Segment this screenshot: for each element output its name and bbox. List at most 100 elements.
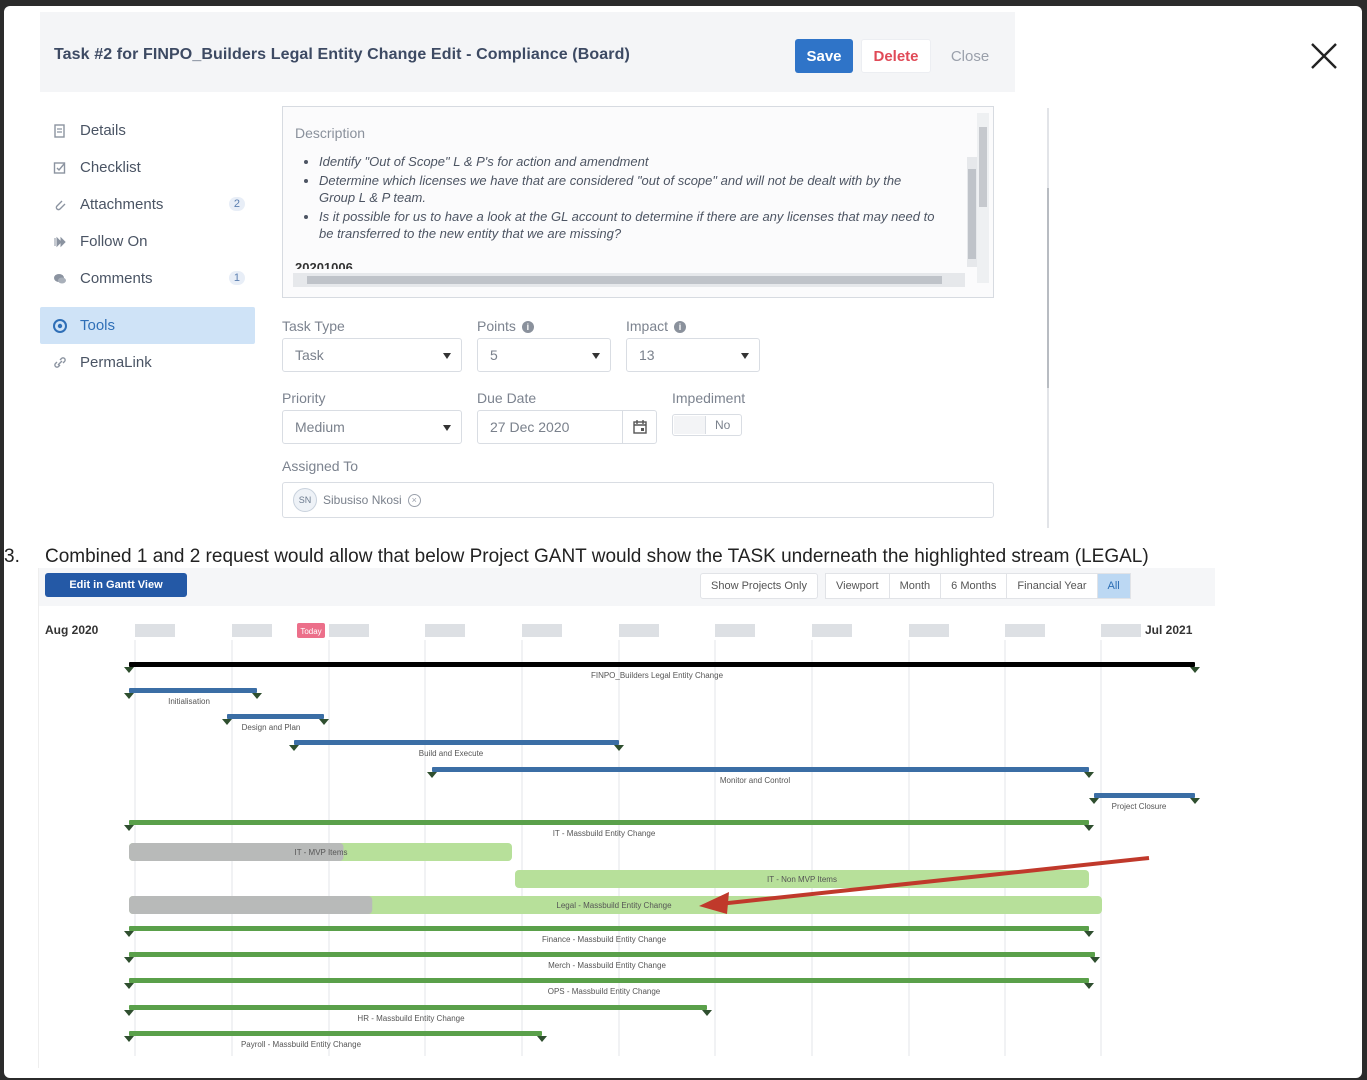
gantt-bar-label: Initialisation	[168, 697, 210, 706]
sidebar-item-checklist[interactable]: Checklist	[40, 149, 255, 186]
sidebar-item-label: Details	[80, 122, 126, 139]
tab-all[interactable]: All	[1096, 573, 1131, 599]
gantt-toolbar: Edit in Gantt View Show Projects Only Vi…	[39, 568, 1215, 606]
gantt-bar-rect[interactable]	[129, 1005, 707, 1010]
gantt-bar-rect[interactable]	[129, 978, 1089, 983]
description-bullet: Determine which licenses we have that ar…	[319, 172, 939, 206]
sidebar-item-label: Checklist	[80, 159, 141, 176]
assigned-to-field[interactable]: SN Sibusiso Nkosi ×	[282, 482, 994, 518]
gantt-bar-stream[interactable]: IT - Massbuild Entity Change	[124, 820, 1094, 838]
today-label: Today	[300, 627, 321, 636]
description-horizontal-scrollbar[interactable]	[293, 273, 965, 287]
info-icon[interactable]: i	[674, 321, 687, 333]
gantt-bar-stream[interactable]: Payroll - Massbuild Entity Change	[124, 1031, 547, 1049]
calendar-icon[interactable]	[622, 411, 656, 443]
points-select[interactable]: 5	[477, 338, 611, 372]
gantt-bar-stream[interactable]: OPS - Massbuild Entity Change	[124, 978, 1094, 996]
gantt-bar-phase[interactable]: Project Closure	[1089, 793, 1200, 811]
delete-button[interactable]: Delete	[861, 39, 931, 73]
sidebar-item-comments[interactable]: Comments 1	[40, 260, 255, 297]
gantt-bar-stream[interactable]: HR - Massbuild Entity Change	[124, 1005, 712, 1023]
lightbox: Task #2 for FINPO_Builders Legal Entity …	[4, 6, 1362, 1078]
dialog-side-nav: Details Checklist Attachments 2 Follow O…	[40, 112, 255, 381]
month-tick-label	[909, 624, 949, 637]
description-inner-scrollbar[interactable]	[967, 157, 977, 267]
close-button[interactable]: Close	[940, 39, 1000, 73]
gantt-bars: FINPO_Builders Legal Entity Change Initia…	[124, 662, 1200, 1049]
info-icon[interactable]: i	[521, 321, 534, 333]
gantt-bar-rect[interactable]	[227, 714, 324, 719]
description-outer-scrollbar[interactable]	[977, 113, 989, 283]
comments-count-badge: 1	[228, 271, 245, 285]
bar-end-marker	[124, 825, 134, 831]
bar-end-marker	[319, 719, 329, 725]
priority-select[interactable]: Medium	[282, 410, 462, 444]
sidebar-item-details[interactable]: Details	[40, 112, 255, 149]
impediment-value: No	[715, 418, 731, 432]
task-type-label: Task Type	[282, 318, 345, 334]
gantt-bar-phase[interactable]: Design and Plan	[222, 714, 329, 732]
task-type-select[interactable]: Task	[282, 338, 462, 372]
impact-value: 13	[639, 347, 655, 363]
due-date-input[interactable]: 27 Dec 2020	[477, 410, 657, 444]
description-editor[interactable]: Description Identify "Out of Scope" L & …	[282, 106, 994, 298]
gantt-bar-rect[interactable]	[129, 952, 1095, 957]
remove-icon[interactable]: ×	[407, 493, 421, 507]
edit-in-gantt-view-button[interactable]: Edit in Gantt View	[45, 573, 187, 597]
chat-icon	[52, 271, 68, 287]
impediment-label: Impediment	[672, 390, 746, 406]
gantt-bar-phase[interactable]: Initialisation	[124, 688, 262, 706]
tab-show-projects-only[interactable]: Show Projects Only	[700, 573, 818, 599]
sidebar-item-follow-on[interactable]: Follow On	[40, 223, 255, 260]
gantt-bar-phase[interactable]: Monitor and Control	[427, 767, 1094, 785]
gantt-bar-phase[interactable]: Build and Execute	[289, 740, 624, 758]
bar-end-marker	[1084, 825, 1094, 831]
gantt-bar-label: Monitor and Control	[720, 776, 790, 785]
bar-end-marker	[124, 931, 134, 937]
impact-select[interactable]: 13	[626, 338, 760, 372]
gantt-bar-rect[interactable]	[1094, 793, 1195, 798]
gantt-bar-rect[interactable]	[129, 662, 1195, 667]
impediment-toggle[interactable]: No	[672, 414, 742, 436]
tab-6-months[interactable]: 6 Months	[940, 573, 1008, 599]
points-label: Points i	[477, 318, 534, 334]
sidebar-item-permalink[interactable]: PermaLink	[40, 344, 255, 381]
caret-down-icon	[443, 425, 451, 431]
sidebar-item-label: Tools	[80, 317, 116, 334]
gantt-bar-stream[interactable]: Finance - Massbuild Entity Change	[124, 926, 1094, 944]
tab-financial-year[interactable]: Financial Year	[1006, 573, 1098, 599]
assigned-to-label: Assigned To	[282, 458, 359, 474]
gantt-bar-rect[interactable]	[129, 926, 1089, 931]
gantt-chart: Edit in Gantt View Show Projects Only Vi…	[38, 568, 1215, 1068]
bar-end-marker	[1084, 983, 1094, 989]
gantt-bar-label: IT - Non MVP Items	[767, 875, 837, 884]
tab-month[interactable]: Month	[888, 573, 942, 599]
bar-end-marker	[1084, 931, 1094, 937]
gantt-bar-project[interactable]: FINPO_Builders Legal Entity Change	[124, 662, 1200, 680]
description-cut-text: 20201006	[295, 260, 353, 269]
dialog-scrollbar[interactable]	[1047, 108, 1049, 528]
gantt-bar-task[interactable]: Legal - Massbuild Entity Change	[129, 896, 1102, 914]
gantt-bar-rect[interactable]	[129, 1031, 542, 1036]
fast-forward-icon	[52, 234, 68, 250]
dialog-header: Task #2 for FINPO_Builders Legal Entity …	[40, 12, 1015, 92]
description-bullet: Is it possible for us to have a look at …	[319, 208, 939, 242]
gantt-bar-stream[interactable]: Merch - Massbuild Entity Change	[124, 952, 1100, 970]
gantt-bar-task[interactable]: IT - MVP Items	[129, 843, 512, 861]
gantt-bar-rect[interactable]	[129, 820, 1089, 825]
tab-viewport[interactable]: Viewport	[824, 573, 890, 599]
due-date-label: Due Date	[477, 390, 537, 406]
gantt-bar-rect[interactable]	[294, 740, 619, 745]
bar-end-marker	[427, 772, 437, 778]
bar-end-marker	[222, 719, 232, 725]
sidebar-item-tools[interactable]: Tools	[40, 307, 255, 344]
impact-label: Impact i	[626, 318, 687, 334]
sidebar-item-attachments[interactable]: Attachments 2	[40, 186, 255, 223]
gantt-bar-rect[interactable]	[432, 767, 1089, 772]
close-icon[interactable]	[1304, 36, 1344, 76]
gantt-bar-rect[interactable]	[129, 688, 257, 693]
dialog-title: Task #2 for FINPO_Builders Legal Entity …	[54, 46, 630, 63]
sidebar-item-label: Comments	[80, 270, 153, 287]
toggle-knob	[674, 416, 706, 434]
save-button[interactable]: Save	[795, 39, 853, 73]
